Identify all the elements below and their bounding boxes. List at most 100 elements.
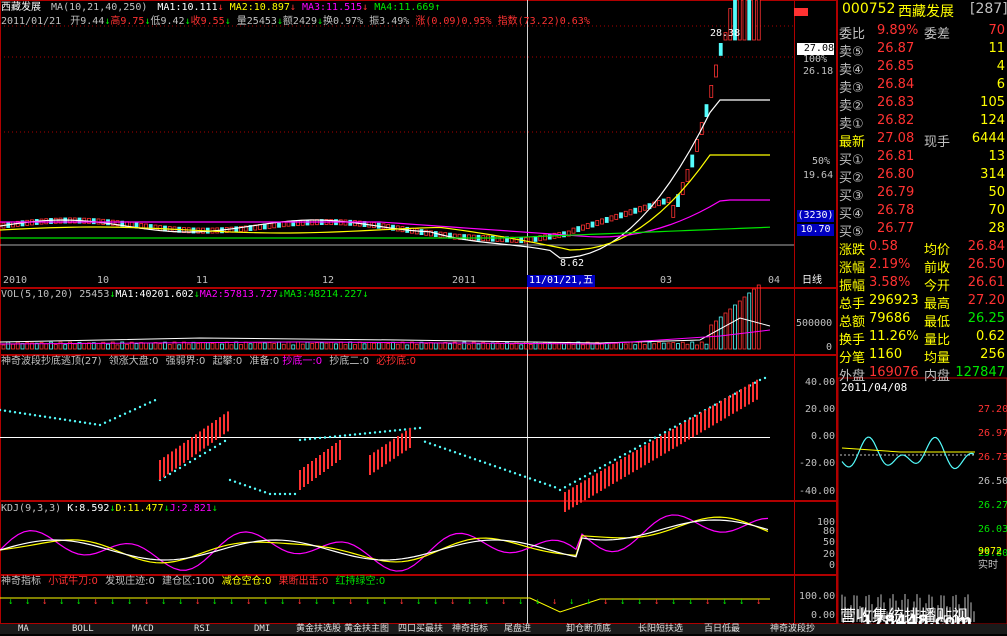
swing-dot	[468, 456, 472, 459]
swing-dot	[38, 414, 42, 418]
stat-row: 涨幅 2.19% 前收 26.50	[838, 256, 1007, 276]
sell-row[interactable]: 卖⑤ 26.87 11	[838, 40, 1007, 60]
vol-bar	[58, 341, 63, 350]
sell-vol: 11	[988, 41, 1005, 56]
swing-y-0: 0.00	[811, 431, 836, 442]
vol-bar	[177, 344, 182, 350]
candle	[714, 64, 718, 78]
buy-row[interactable]: 买③ 26.79 50	[838, 184, 1007, 204]
stat-row: 总额 79686 最低 26.25	[838, 310, 1007, 330]
indicator-tab[interactable]: BOLL	[72, 624, 94, 634]
candle	[585, 223, 590, 230]
indicator-tab[interactable]: RSI	[194, 624, 210, 634]
vol-bar	[296, 341, 300, 350]
indicator-tab[interactable]: DMI	[254, 624, 270, 634]
vol-ma2	[0, 329, 771, 345]
vol-bar	[158, 343, 163, 350]
sell-row[interactable]: 卖④ 26.85 4	[838, 58, 1007, 78]
sell-row[interactable]: 卖① 26.82 124	[838, 112, 1007, 132]
latest-price: 27.08	[877, 131, 915, 146]
sell-row[interactable]: 卖③ 26.84 6	[838, 76, 1007, 96]
stat-value: 11.26%	[869, 329, 919, 344]
swing-dot	[673, 425, 677, 428]
vol-bar	[690, 341, 695, 350]
vol-bar	[305, 341, 310, 350]
ma3-value: MA3:11.515	[301, 2, 363, 13]
vol-bar	[191, 341, 196, 350]
indicator-tab[interactable]: 尾盘进	[504, 624, 531, 634]
indicator-tab[interactable]: 卸仓断顶底	[566, 624, 611, 634]
swing-dot	[323, 436, 327, 439]
swing-dot	[433, 444, 437, 447]
god-arrow: ↓	[756, 597, 761, 607]
vol-bar	[220, 343, 224, 350]
swing-dot	[493, 465, 497, 468]
buy-row[interactable]: 买② 26.80 314	[838, 166, 1007, 186]
buy-row[interactable]: 买⑤ 26.77 28	[838, 220, 1007, 240]
swing-dot	[103, 421, 107, 424]
swing-dot	[693, 414, 697, 417]
swing-dot	[143, 403, 147, 406]
swing-y-m40: -40.00	[799, 486, 836, 497]
swing-dot	[563, 486, 567, 489]
mini-mode[interactable]: 实时	[978, 560, 998, 572]
swing-dot	[63, 418, 67, 421]
waipan-value: 169076	[869, 365, 919, 380]
candle	[638, 206, 642, 213]
kdj-y-0: 0	[829, 560, 836, 571]
indicator-tab[interactable]: 四口买最扶	[398, 624, 443, 634]
buy-row[interactable]: 买① 26.81 13	[838, 148, 1007, 168]
bar-low: 低9.42	[150, 16, 185, 27]
vol-bar	[737, 300, 742, 350]
swing-dot	[313, 437, 317, 440]
indicator-tab[interactable]: 黄金扶选股	[296, 624, 341, 634]
indicator-tab[interactable]: 神奇指标	[452, 624, 488, 634]
indicator-tab[interactable]: MACD	[132, 624, 154, 634]
x-label-04: 04	[768, 275, 781, 286]
candle	[300, 219, 305, 226]
indicator-tab[interactable]: MA	[18, 624, 29, 634]
period-label[interactable]: 日线	[802, 275, 822, 287]
swing-dot	[618, 455, 622, 459]
bar-open: 开9.44	[70, 16, 105, 27]
swing-dot	[113, 417, 117, 420]
god-arrow: ↓	[348, 597, 353, 607]
buy-row[interactable]: 买④ 26.78 70	[838, 202, 1007, 222]
swing-dot	[568, 483, 572, 486]
sell-row[interactable]: 卖② 26.83 105	[838, 94, 1007, 114]
indicator-tab[interactable]: 神奇波段抄	[770, 624, 815, 634]
swing-dot	[208, 448, 212, 452]
stat-value-2: 26.50	[967, 257, 1005, 272]
vol-bar	[348, 341, 353, 350]
vol-bar	[438, 342, 443, 350]
vol-bar	[391, 341, 395, 350]
swing-dot	[533, 479, 537, 482]
indicator-tab[interactable]: 黄金扶主图	[344, 624, 389, 634]
swing-dot	[308, 437, 312, 441]
god-arrow: ↓	[739, 597, 744, 607]
stat-value: 1160	[869, 347, 903, 362]
swing-dot	[508, 470, 512, 473]
vol-bar	[248, 343, 253, 350]
swing-dot	[448, 449, 452, 452]
vol-bar	[486, 342, 490, 350]
vol-bar	[714, 320, 718, 350]
vol-y-500000: 500000	[796, 318, 833, 329]
vol-bar	[1, 344, 6, 350]
x-label-2011: 2011	[452, 275, 477, 286]
god-arrow: ↓	[535, 597, 540, 607]
swing-dot	[348, 433, 352, 437]
stat-value-2: 0.62	[976, 329, 1005, 344]
swing-dot	[393, 429, 397, 432]
indicator-tab[interactable]: 百日低最	[704, 624, 740, 634]
vol-bar	[205, 342, 210, 350]
outer-row: 外盘 169076 内盘 127847	[838, 364, 1007, 384]
swing-dot	[528, 477, 532, 480]
vol-bar	[310, 343, 315, 350]
stat-value-2: 256	[980, 347, 1005, 362]
swing-dot	[463, 454, 467, 457]
buy-vol: 13	[988, 149, 1005, 164]
indicator-tab[interactable]: 长阳短扶选	[638, 624, 683, 634]
weicha-value: 70	[988, 23, 1005, 38]
vol-bar	[699, 341, 704, 350]
